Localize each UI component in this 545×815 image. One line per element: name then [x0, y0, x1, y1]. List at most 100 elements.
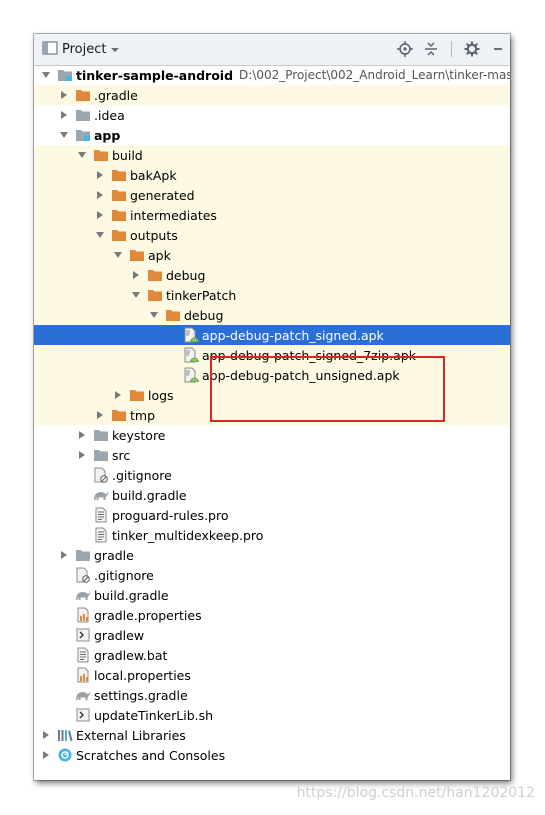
tree-row[interactable]: app [34, 125, 510, 145]
folder-icon [75, 87, 91, 103]
expand-arrow-right-icon[interactable] [94, 165, 105, 185]
project-view-title: Project [62, 42, 107, 57]
tree-row[interactable]: build.gradle [34, 485, 510, 505]
tree-row[interactable]: src [34, 445, 510, 465]
gear-icon[interactable] [464, 41, 480, 57]
tree-row[interactable]: app-debug-patch_signed_7zip.apk [34, 345, 510, 365]
tree-row[interactable]: tinker-sample-android D:\002_Project\002_… [34, 65, 510, 85]
tree-row[interactable]: debug [34, 305, 510, 325]
tree-item-label: app-debug-patch_signed.apk [202, 327, 384, 343]
expand-arrow-down-icon[interactable] [112, 245, 123, 265]
expand-arrow-right-icon[interactable] [76, 445, 87, 465]
tree-row[interactable]: tinker_multidexkeep.pro [34, 525, 510, 545]
tree-row[interactable]: .gitignore [34, 565, 510, 585]
tree-item-label: .gradle [94, 87, 138, 103]
tree-row[interactable]: gradle.properties [34, 605, 510, 625]
properties-file-icon [75, 607, 91, 623]
tree-item-label: intermediates [130, 207, 217, 223]
tree-row[interactable]: generated [34, 185, 510, 205]
tree-row[interactable]: updateTinkerLib.sh [34, 705, 510, 725]
expand-arrow-right-icon[interactable] [76, 425, 87, 445]
expand-arrow-down-icon[interactable] [40, 65, 51, 85]
expand-arrow-down-icon[interactable] [148, 305, 159, 325]
tree-item-label: Scratches and Consoles [76, 747, 226, 763]
expand-arrow-down-icon[interactable] [58, 125, 69, 145]
apk-file-icon [183, 367, 199, 383]
tree-row[interactable]: gradlew [34, 625, 510, 645]
project-tool-window: Project tinker-sample-android D:\002_Proj… [34, 34, 510, 780]
tree-row[interactable]: logs [34, 385, 510, 405]
expand-arrow-right-icon[interactable] [40, 725, 51, 745]
gradle-file-icon [75, 687, 91, 703]
tree-row[interactable]: gradlew.bat [34, 645, 510, 665]
tree-row[interactable]: app-debug-patch_unsigned.apk [34, 365, 510, 385]
tree-item-label: gradle.properties [94, 607, 202, 623]
folder-icon [111, 167, 127, 183]
module-folder-icon [57, 67, 73, 83]
folder-icon [111, 187, 127, 203]
tree-row[interactable]: app-debug-patch_signed.apk [34, 325, 510, 345]
tree-row[interactable]: intermediates [34, 205, 510, 225]
expand-arrow-right-icon[interactable] [40, 745, 51, 765]
dropdown-arrow-icon[interactable] [110, 42, 120, 57]
tree-item-label: outputs [130, 227, 178, 243]
tree-row[interactable]: .gitignore [34, 465, 510, 485]
expand-arrow-right-icon[interactable] [58, 85, 69, 105]
expand-arrow-right-icon[interactable] [112, 385, 123, 405]
tree-row[interactable]: .idea [34, 105, 510, 125]
tree-row[interactable]: local.properties [34, 665, 510, 685]
external-libraries-icon [57, 727, 73, 743]
folder-icon [111, 207, 127, 223]
tree-row[interactable]: keystore [34, 425, 510, 445]
module-folder-icon [75, 127, 91, 143]
collapse-all-icon[interactable] [423, 41, 439, 57]
locate-icon[interactable] [397, 41, 413, 57]
tree-item-label: .gitignore [112, 467, 172, 483]
folder-icon [165, 307, 181, 323]
tree-row[interactable]: outputs [34, 225, 510, 245]
tree-item-label: app-debug-patch_unsigned.apk [202, 367, 400, 383]
expand-arrow-down-icon[interactable] [94, 225, 105, 245]
tree-row[interactable]: debug [34, 265, 510, 285]
tree-row[interactable]: tmp [34, 405, 510, 425]
tree-item-label: generated [130, 187, 195, 203]
project-tree: tinker-sample-android D:\002_Project\002_… [34, 65, 510, 765]
toolbar-separator [451, 41, 452, 57]
expand-arrow-right-icon[interactable] [94, 185, 105, 205]
tree-row[interactable]: build [34, 145, 510, 165]
tree-row[interactable]: Scratches and Consoles [34, 745, 510, 765]
folder-icon [111, 407, 127, 423]
tree-item-label: External Libraries [76, 727, 186, 743]
expand-arrow-right-icon[interactable] [94, 205, 105, 225]
tree-row[interactable]: .gradle [34, 85, 510, 105]
tree-item-label: build [112, 147, 143, 163]
tree-row[interactable]: bakApk [34, 165, 510, 185]
expand-arrow-right-icon[interactable] [58, 545, 69, 565]
properties-file-icon [75, 667, 91, 683]
expand-arrow-down-icon[interactable] [76, 145, 87, 165]
tree-row[interactable]: apk [34, 245, 510, 265]
expand-arrow-right-icon[interactable] [58, 105, 69, 125]
tree-item-label: logs [148, 387, 174, 403]
tree-row[interactable]: gradle [34, 545, 510, 565]
folder-icon [147, 287, 163, 303]
tree-row[interactable]: tinkerPatch [34, 285, 510, 305]
hide-panel-icon[interactable] [490, 41, 506, 57]
folder-icon [129, 247, 145, 263]
tree-item-label: gradlew.bat [94, 647, 168, 663]
tree-item-label: build.gradle [112, 487, 187, 503]
folder-icon [75, 547, 91, 563]
project-view-selector[interactable]: Project [42, 41, 120, 58]
tree-row[interactable]: External Libraries [34, 725, 510, 745]
tree-row[interactable]: proguard-rules.pro [34, 505, 510, 525]
expand-arrow-right-icon[interactable] [130, 265, 141, 285]
tree-item-label: tmp [130, 407, 156, 423]
expand-arrow-right-icon[interactable] [94, 405, 105, 425]
text-file-icon [93, 527, 109, 543]
tree-row[interactable]: settings.gradle [34, 685, 510, 705]
shell-script-icon [75, 627, 91, 643]
expand-arrow-down-icon[interactable] [130, 285, 141, 305]
folder-icon [111, 227, 127, 243]
tree-item-label: app [94, 127, 121, 143]
tree-row[interactable]: build.gradle [34, 585, 510, 605]
